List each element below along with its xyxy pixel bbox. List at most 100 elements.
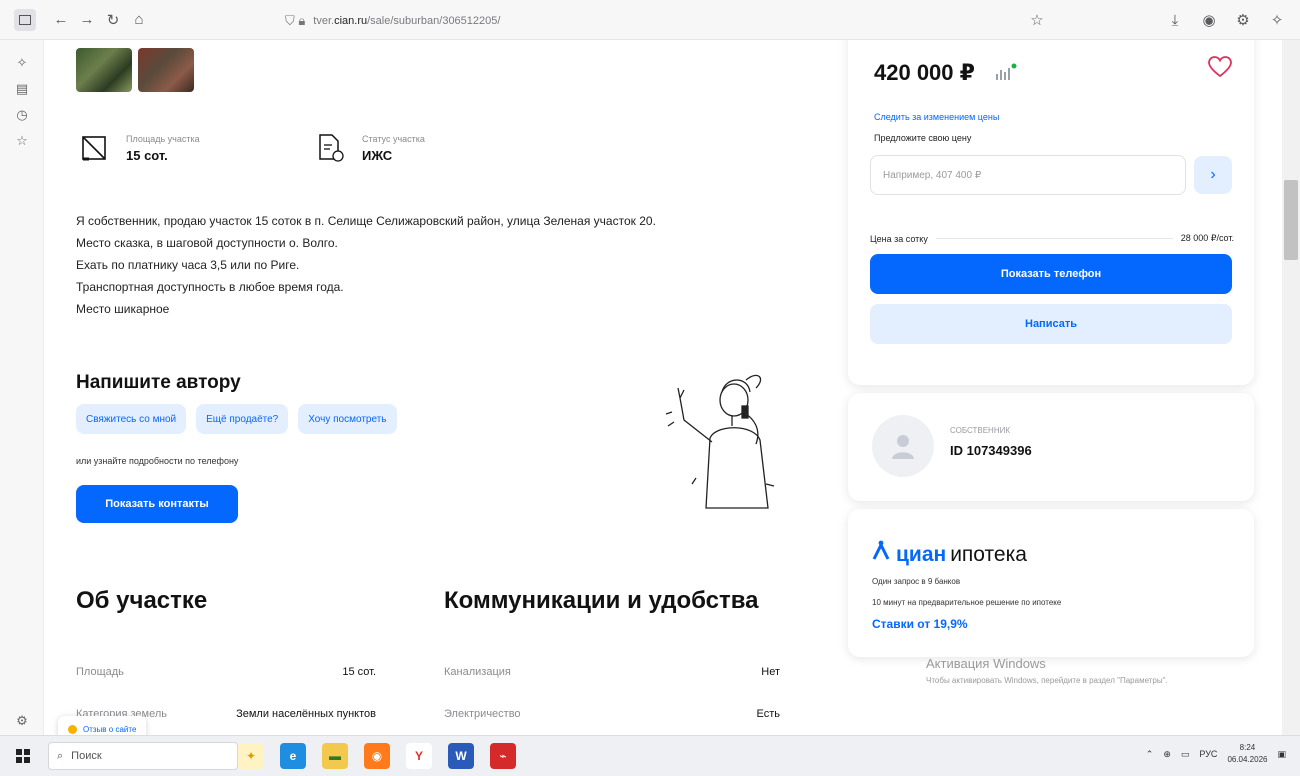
fact-value: ИЖС: [362, 147, 393, 163]
favorites-icon[interactable]: ☆: [0, 128, 44, 154]
mortgage-card[interactable]: циан ипотека Один запрос в 9 банков 10 ми…: [848, 509, 1254, 657]
fact-value: 15 сот.: [126, 147, 168, 163]
tabs-icon[interactable]: ▤: [0, 76, 44, 102]
row-value: Есть: [756, 708, 780, 720]
illustration: [636, 358, 816, 538]
owner-type: СОБСТВЕННИК: [950, 426, 1011, 435]
heart-icon[interactable]: [1208, 56, 1232, 78]
shield-icon: ⛉ 🔒︎: [285, 13, 306, 28]
price-chart-icon[interactable]: [994, 62, 1018, 82]
language-indicator[interactable]: РУС: [1199, 749, 1217, 759]
row-label: Площадь: [76, 666, 124, 678]
photo-thumbnail[interactable]: [138, 48, 194, 92]
owner-id: ID 107349396: [950, 443, 1032, 458]
price: 420 000 ₽: [874, 60, 975, 85]
network-icon[interactable]: ⊕: [1163, 749, 1171, 760]
sparkle-icon[interactable]: ✧: [1264, 7, 1290, 33]
back-icon[interactable]: ←: [48, 7, 74, 33]
row-label: Канализация: [444, 666, 511, 678]
system-tray: ⌃ ⊕ ▭ РУС 8:24 06.04.2026 ▣: [1146, 742, 1286, 766]
yandex-icon[interactable]: Y: [406, 743, 432, 769]
logo-sub: ипотека: [950, 543, 1027, 566]
cian-mortgage-logo: циан ипотека: [872, 539, 1027, 567]
price-card: 420 000 ₽ Следить за изменением цены Пре…: [848, 40, 1254, 385]
price-per-sotka: Цена за сотку 28 000 ₽/сот.: [870, 233, 1234, 244]
show-contacts-button[interactable]: Показать контакты: [76, 485, 238, 523]
listing-description: Я собственник, продаю участок 15 соток в…: [76, 210, 816, 320]
communications-title: Коммуникации и удобства: [444, 587, 759, 614]
fact-label: Площадь участка: [126, 133, 200, 144]
account-icon[interactable]: ◉: [1196, 7, 1222, 33]
description-line: Транспортная доступность в любое время г…: [76, 280, 344, 294]
home-icon[interactable]: ⌂: [126, 7, 152, 33]
chip-contact-me[interactable]: Свяжитесь со мной: [76, 404, 187, 434]
browser-toolbar: ← → ↻ ⌂ ⛉ 🔒︎ tver. cian.ru/sale/suburban/…: [0, 0, 1300, 40]
url-path: /sale/suburban/306512205/: [367, 15, 501, 27]
taskbar-search[interactable]: ⌕ Поиск: [48, 742, 238, 770]
chip-still-selling[interactable]: Ещё продаёте?: [196, 404, 289, 434]
communications-row: Электричество Есть: [444, 708, 780, 720]
or-phone-text: или узнайте подробности по телефону: [76, 456, 239, 466]
url-prefix: tver.: [313, 15, 335, 27]
feedback-button[interactable]: Отзыв о сайте: [58, 716, 147, 735]
scrollbar-thumb[interactable]: [1284, 180, 1298, 260]
fact-area: Площадь участка 15 сот.: [78, 132, 200, 164]
user-icon: [892, 435, 914, 459]
url-host: cian.ru: [334, 15, 368, 27]
per-sotka-label: Цена за сотку: [870, 233, 928, 244]
offer-label: Предложите свою цену: [874, 133, 972, 143]
logo-brand: циан: [896, 543, 947, 566]
notifications-icon[interactable]: ▣: [1277, 749, 1286, 760]
description-line: Я собственник, продаю участок 15 соток в…: [76, 214, 656, 228]
show-phone-button[interactable]: Показать телефон: [870, 254, 1232, 294]
photo-thumbnails: [76, 48, 194, 92]
taskbar: ⌕ Поиск ✦ e ▬ ◉ Y W ⌁ ⌃ ⊕ ▭ РУС 8:24 06.…: [0, 735, 1300, 776]
follow-price-link[interactable]: Следить за изменением цены: [874, 112, 999, 122]
clock[interactable]: 8:24 06.04.2026: [1227, 742, 1267, 766]
area-icon: [78, 132, 110, 164]
reload-icon[interactable]: ↻: [100, 7, 126, 33]
row-value: Нет: [761, 666, 780, 678]
mortgage-rates-link[interactable]: Ставки от 19,9%: [872, 617, 968, 631]
edge-icon[interactable]: e: [280, 743, 306, 769]
history-icon[interactable]: ◷: [0, 102, 44, 128]
page-content: Площадь участка 15 сот. Статус участка И…: [44, 40, 1282, 735]
about-title: Об участке: [76, 587, 208, 614]
sidebar-toggle-icon[interactable]: [14, 8, 36, 31]
about-row: Площадь 15 сот.: [76, 666, 376, 678]
windows-start-icon[interactable]: [10, 743, 36, 769]
per-sotka-value: 28 000 ₽/сот.: [1180, 233, 1234, 243]
write-button[interactable]: Написать: [870, 304, 1232, 344]
widgets-icon[interactable]: ✦: [238, 743, 264, 769]
settings-icon[interactable]: ⚙: [0, 708, 44, 734]
pdf-icon[interactable]: ⌁: [490, 743, 516, 769]
word-icon[interactable]: W: [448, 743, 474, 769]
row-value: 15 сот.: [342, 666, 376, 678]
bookmark-star-icon[interactable]: ☆: [1024, 7, 1050, 33]
chip-want-to-see[interactable]: Хочу посмотреть: [298, 404, 397, 434]
description-line: Ехать по платнику часа 3,5 или по Риге.: [76, 258, 300, 272]
taskbar-apps: ✦ e ▬ ◉ Y W ⌁: [238, 743, 516, 769]
forward-icon[interactable]: →: [74, 7, 100, 33]
avatar: [872, 415, 934, 477]
owner-card[interactable]: СОБСТВЕННИК ID 107349396: [848, 393, 1254, 501]
row-label: Электричество: [444, 708, 521, 720]
file-explorer-icon[interactable]: ▬: [322, 743, 348, 769]
extensions-icon[interactable]: ⚙: [1230, 7, 1256, 33]
downloads-icon[interactable]: ⤓: [1162, 7, 1188, 33]
tray-chevron-icon[interactable]: ⌃: [1146, 749, 1154, 760]
photo-thumbnail[interactable]: [76, 48, 132, 92]
fact-label: Статус участка: [362, 133, 425, 144]
windows-activation-watermark: Активация Windows Чтобы активировать Win…: [926, 656, 1226, 687]
offer-price-input[interactable]: Например, 407 400 ₽: [870, 155, 1186, 195]
firefox-icon[interactable]: ◉: [364, 743, 390, 769]
description-line: Место сказка, в шаговой доступности о. В…: [76, 236, 338, 250]
address-bar[interactable]: ⛉ 🔒︎ tver. cian.ru/sale/suburban/30651220…: [285, 9, 1060, 33]
mortgage-line: Один запрос в 9 банков: [872, 577, 961, 586]
browser-sidebar: ✧ ▤ ◷ ☆ ⚙: [0, 40, 44, 735]
scrollbar[interactable]: [1282, 40, 1300, 735]
monitor-icon[interactable]: ▭: [1181, 749, 1190, 760]
write-author-title: Напишите автору: [76, 372, 241, 393]
chevron-right-icon[interactable]: ›: [1194, 156, 1232, 194]
ai-icon[interactable]: ✧: [0, 50, 44, 76]
